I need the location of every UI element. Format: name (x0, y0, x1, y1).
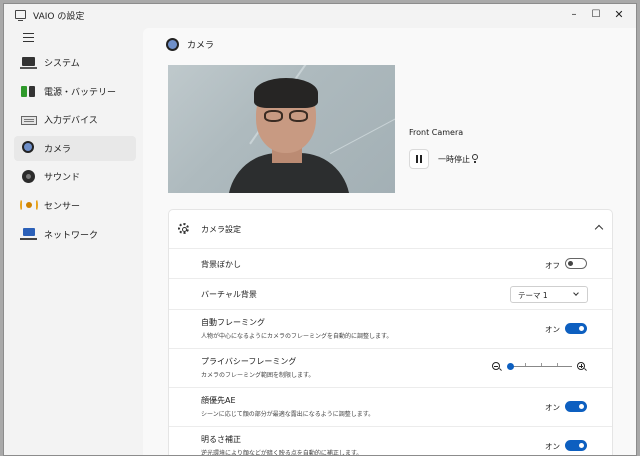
sidebar-item-label: 電源・バッテリー (44, 87, 117, 98)
sidebar-item-label: 入力デバイス (44, 116, 98, 127)
setting-row-face-priority-ae: 顔優先AE シーンに応じて顔の部分が最適な露出になるように調整します。 オン (169, 388, 612, 427)
camera-settings-header[interactable]: カメラ設定 (169, 210, 612, 249)
app-window: VAIO の設定 – ☐ ✕ システム 電源・バッテリー 入力デバイス カメラ … (3, 3, 637, 456)
virtual-background-select[interactable]: テーマ 1 (510, 286, 588, 303)
sidebar-item-label: ネットワーク (44, 230, 99, 241)
sidebar-item-camera[interactable]: カメラ (14, 135, 136, 161)
speaker-icon (20, 169, 38, 184)
setting-row-background-blur: 背景ぼかし オフ (169, 249, 612, 279)
chevron-up-icon[interactable] (594, 224, 604, 234)
window-title: VAIO の設定 (33, 12, 85, 22)
sidebar: システム 電源・バッテリー 入力デバイス カメラ サウンド センサー ネットワー… (4, 50, 138, 250)
lightbulb-icon[interactable] (472, 154, 478, 163)
setting-title: 顔優先AE (201, 396, 236, 405)
sensor-icon (20, 198, 38, 212)
toggle-state-label: オフ (545, 261, 560, 270)
toggle-state-label: オン (545, 403, 560, 412)
network-icon (20, 227, 38, 241)
setting-description: カメラのフレーミング範囲を制限します。 (201, 372, 315, 379)
slider-tick (557, 363, 558, 366)
page-header: カメラ (166, 38, 214, 51)
toggle-state-label: オン (545, 442, 560, 451)
sidebar-item-network[interactable]: ネットワーク (14, 222, 136, 247)
setting-title: 自動フレーミング (201, 318, 265, 327)
setting-row-virtual-background: バーチャル背景 テーマ 1 (169, 279, 612, 310)
setting-title: 背景ぼかし (201, 260, 241, 269)
sidebar-item-label: システム (44, 59, 80, 69)
sidebar-item-sound[interactable]: サウンド (14, 164, 136, 189)
brightness-correction-toggle[interactable] (565, 440, 587, 451)
privacy-framing-slider-track[interactable] (509, 366, 572, 367)
setting-row-privacy-framing: プライバシーフレーミング カメラのフレーミング範囲を制限します。 (169, 349, 612, 388)
sidebar-item-label: カメラ (44, 144, 72, 155)
background-blur-toggle[interactable] (565, 258, 587, 269)
pause-button[interactable] (409, 149, 429, 169)
sidebar-item-power-battery[interactable]: 電源・バッテリー (14, 79, 136, 104)
maximize-button[interactable]: ☐ (585, 7, 607, 23)
camera-settings-title: カメラ設定 (201, 225, 241, 234)
battery-icon (20, 84, 38, 98)
close-button[interactable]: ✕ (608, 7, 630, 23)
minimize-button[interactable]: – (563, 7, 585, 23)
setting-description: 逆光環境により顔などが暗く映る点を自動的に補正します。 (201, 450, 363, 456)
camera-settings-card: カメラ設定 背景ぼかし オフ バーチャル背景 テーマ 1 自動フレーミング 人物… (168, 209, 613, 456)
sidebar-item-system[interactable]: システム (14, 50, 136, 75)
laptop-icon (20, 56, 38, 70)
gear-icon (178, 223, 189, 234)
camera-name: Front Camera (409, 128, 464, 137)
face-priority-ae-toggle[interactable] (565, 401, 587, 412)
camera-icon (166, 38, 179, 51)
setting-description: 人物が中心になるようにカメラのフレーミングを自動的に調整します。 (201, 333, 393, 340)
privacy-framing-slider-thumb[interactable] (507, 363, 514, 370)
title-bar: VAIO の設定 – ☐ ✕ (4, 4, 636, 28)
camera-preview (168, 65, 395, 193)
setting-title: プライバシーフレーミング (201, 357, 297, 366)
keyboard-icon (20, 113, 38, 127)
slider-tick (525, 363, 526, 366)
setting-description: シーンに応じて顔の部分が最適な露出になるように調整します。 (201, 411, 375, 418)
main-content: カメラ Front Camera 一時停止 カメラ設定 背景ぼかし オフ バーチ… (143, 28, 636, 456)
toggle-state-label: オン (545, 325, 560, 334)
setting-title: 明るさ補正 (201, 435, 241, 444)
chevron-down-icon (573, 290, 579, 296)
page-title: カメラ (187, 41, 215, 51)
pause-label: 一時停止 (438, 155, 470, 164)
hamburger-menu-icon[interactable] (23, 33, 34, 45)
camera-icon (20, 141, 38, 155)
select-value: テーマ 1 (518, 291, 548, 300)
setting-title: バーチャル背景 (201, 290, 257, 299)
sidebar-item-input-devices[interactable]: 入力デバイス (14, 107, 136, 132)
setting-row-auto-framing: 自動フレーミング 人物が中心になるようにカメラのフレーミングを自動的に調整します… (169, 310, 612, 349)
zoom-out-icon[interactable] (492, 362, 502, 371)
slider-tick (541, 363, 542, 366)
sidebar-item-label: サウンド (44, 173, 81, 184)
app-icon (15, 10, 26, 21)
sidebar-item-label: センサー (44, 201, 81, 212)
sidebar-item-sensor[interactable]: センサー (14, 193, 136, 218)
auto-framing-toggle[interactable] (565, 323, 587, 334)
setting-row-brightness-correction: 明るさ補正 逆光環境により顔などが暗く映る点を自動的に補正します。 オン (169, 427, 612, 456)
zoom-in-icon[interactable] (577, 362, 587, 371)
